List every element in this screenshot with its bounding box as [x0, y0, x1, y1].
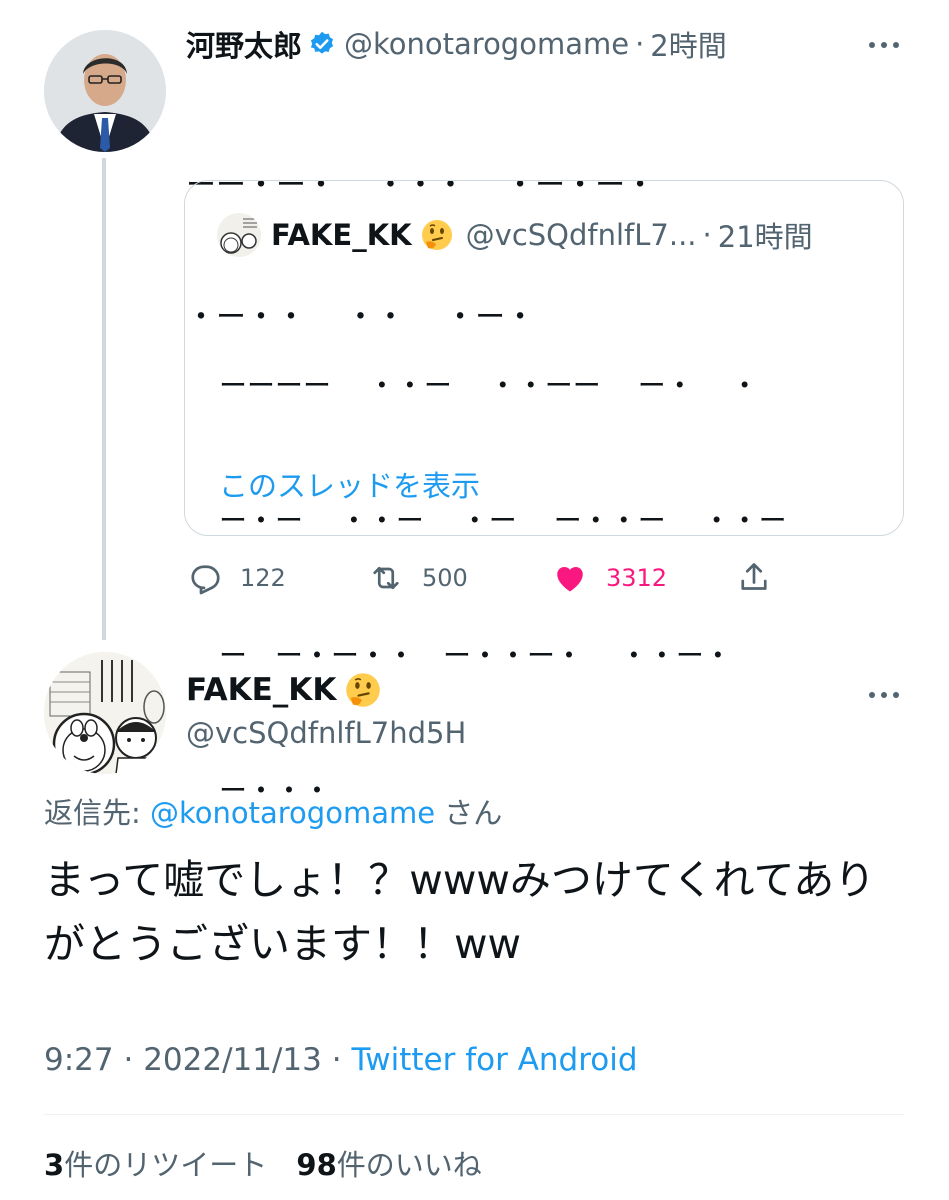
- separator: ·: [331, 1042, 342, 1078]
- retweet-count: 500: [422, 564, 468, 592]
- more-icon[interactable]: [866, 686, 902, 705]
- like-button[interactable]: 3312: [552, 556, 667, 600]
- author-name[interactable]: 河野太郎: [186, 23, 302, 65]
- likes-label: 件のいいね: [336, 1148, 482, 1182]
- quoted-author-name: FAKE_KK: [271, 218, 412, 252]
- separator: ·: [702, 218, 712, 252]
- verified-badge-icon: [308, 30, 336, 58]
- quoted-timestamp: 21時間: [717, 220, 813, 254]
- share-icon: [736, 560, 772, 596]
- reply-author-name-row: FAKE_KK: [186, 666, 382, 714]
- reply-author-name[interactable]: FAKE_KK: [186, 672, 336, 708]
- reply-icon: [186, 560, 222, 596]
- retweets-count: 3: [44, 1148, 65, 1182]
- tweet-header: 河野太郎 @konotarogomame · 2時間: [186, 22, 727, 66]
- more-icon[interactable]: [866, 36, 902, 55]
- retweet-button[interactable]: 500: [368, 556, 468, 600]
- reply-author-handle[interactable]: @vcSQdfnlfL7hd5H: [186, 716, 466, 750]
- retweet-icon: [368, 560, 404, 596]
- tweet-stats: 3件のリツイート 98件のいいね: [44, 1142, 482, 1184]
- share-button[interactable]: [736, 556, 790, 600]
- tweet-time[interactable]: 9:27: [44, 1042, 114, 1078]
- separator: ·: [123, 1042, 134, 1078]
- tweet-actions: 122 500 3312: [186, 556, 786, 600]
- tweet-meta: 9:27 · 2022/11/13 · Twitter for Android: [44, 1042, 638, 1078]
- reply-text: まって嘘でしょ！？wwwみつけてくれてありがとうございます！！ww: [44, 856, 876, 968]
- timestamp[interactable]: 2時間: [650, 23, 726, 65]
- divider: [44, 1114, 904, 1115]
- quoted-line: ーーーー ・・ー ・・ーー ー・ ・: [219, 369, 759, 402]
- author-avatar[interactable]: [44, 30, 166, 152]
- reply-prefix: 返信先:: [44, 796, 141, 830]
- quoted-header: FAKE_KK @vcSQdfnlfL7... · 21時間: [271, 211, 813, 259]
- reply-suffix: さん: [444, 796, 503, 830]
- like-count: 3312: [606, 564, 668, 592]
- thinking-face-emoji: [420, 218, 454, 252]
- reply-button[interactable]: 122: [186, 556, 286, 600]
- likes-stat[interactable]: 98件のいいね: [296, 1148, 481, 1182]
- reply-count: 122: [240, 564, 286, 592]
- tweet-client[interactable]: Twitter for Android: [351, 1042, 637, 1078]
- author-handle[interactable]: @konotarogomame: [344, 27, 629, 61]
- likes-count: 98: [296, 1148, 337, 1182]
- separator: ·: [635, 27, 645, 61]
- replying-to: 返信先: @konotarogomame さん: [44, 790, 502, 832]
- thinking-face-emoji: [344, 671, 382, 709]
- like-icon: [552, 560, 588, 596]
- quoted-author-avatar: [217, 213, 261, 257]
- reply-to-handle[interactable]: @konotarogomame: [150, 796, 435, 830]
- quoted-tweet[interactable]: FAKE_KK @vcSQdfnlfL7... · 21時間 ーーーー ・・ー …: [184, 180, 904, 807]
- retweets-stat[interactable]: 3件のリツイート: [44, 1148, 267, 1182]
- quoted-author-handle: @vcSQdfnlfL7...: [465, 218, 697, 252]
- retweets-label: 件のリツイート: [64, 1148, 268, 1182]
- tweet-date[interactable]: 2022/11/13: [143, 1042, 322, 1078]
- reply-author-avatar[interactable]: [44, 652, 166, 774]
- thread-line: [102, 158, 106, 640]
- show-thread-link[interactable]: このスレッドを表示: [219, 463, 480, 505]
